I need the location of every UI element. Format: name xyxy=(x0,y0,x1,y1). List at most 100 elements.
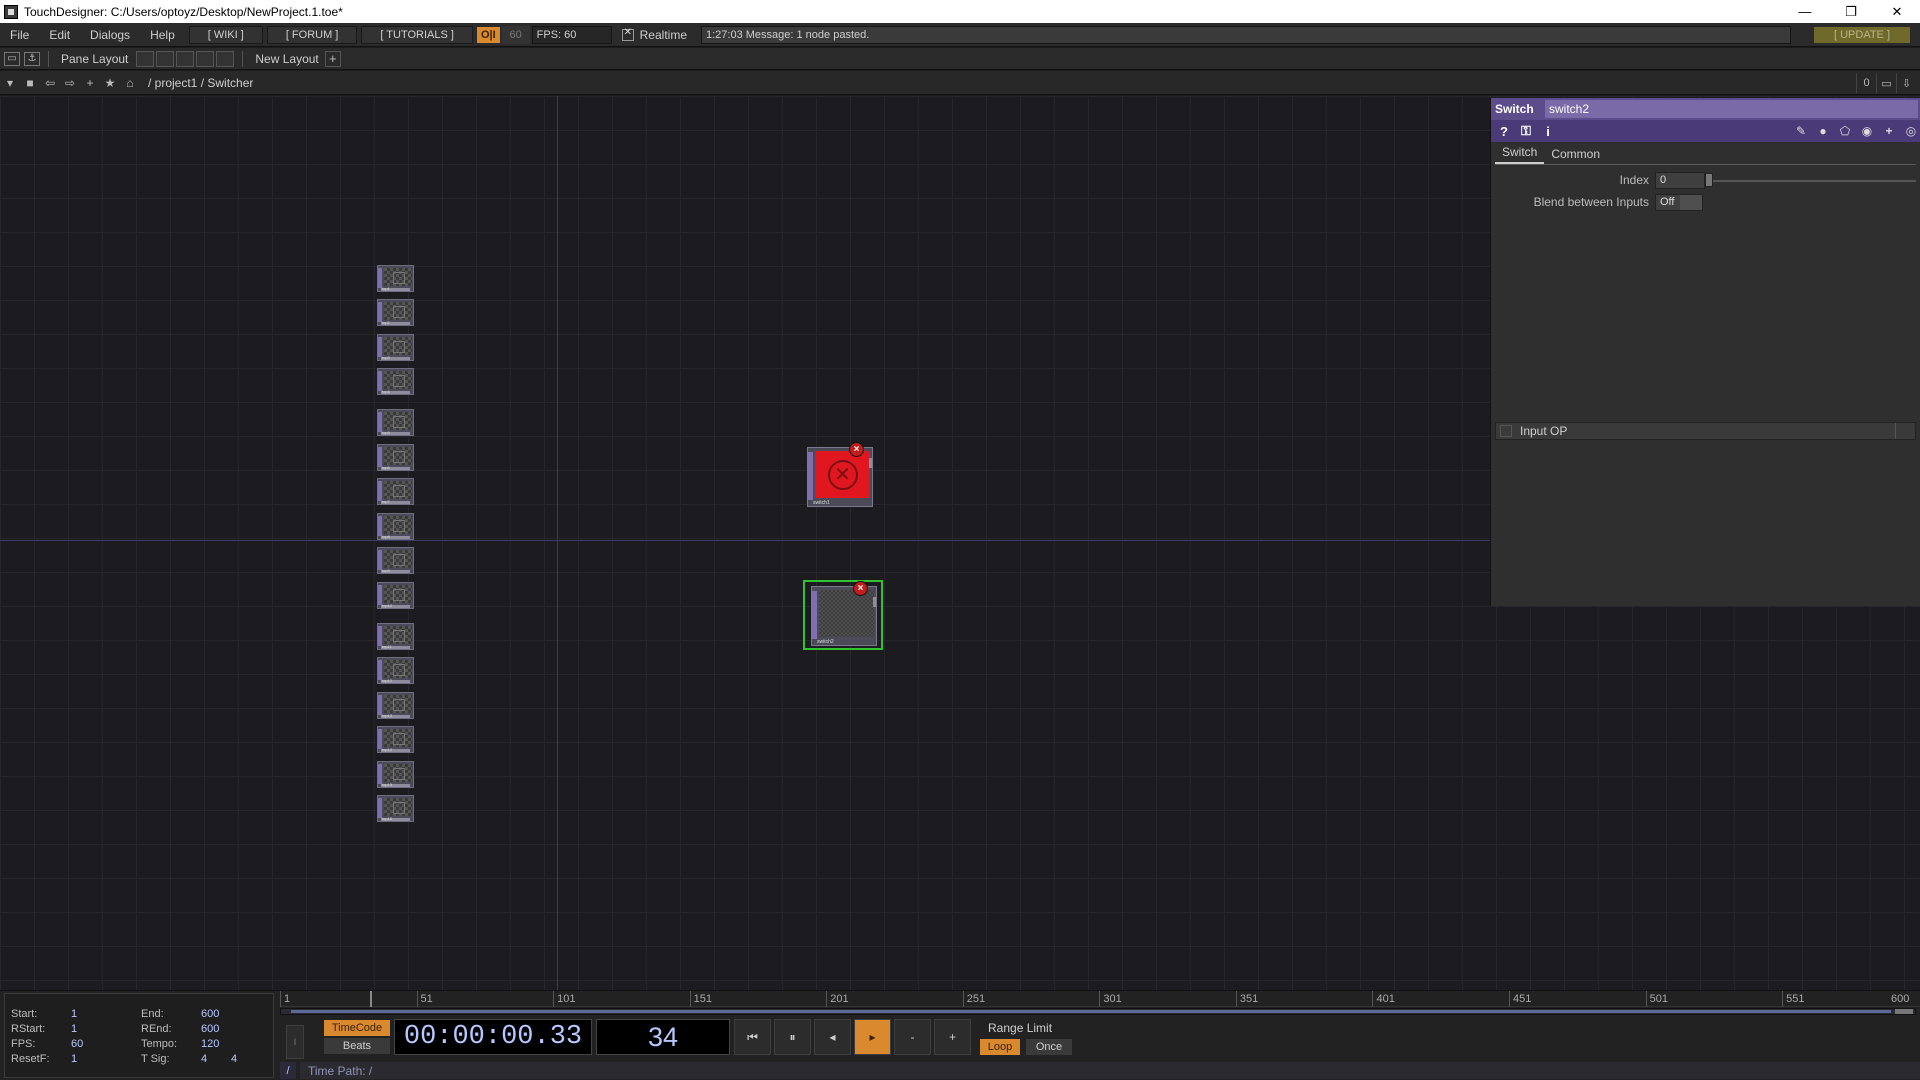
node-inlet[interactable] xyxy=(378,516,382,536)
switch1-node[interactable]: ✕ switch1 × xyxy=(807,442,873,507)
pane-type-icon[interactable]: ▭ xyxy=(4,51,20,66)
tsig-value-1[interactable]: 4 xyxy=(201,1053,231,1065)
update-button[interactable]: [ UPDATE ] xyxy=(1814,26,1910,43)
oi-toggle-button[interactable]: O|I xyxy=(476,26,500,43)
plus-icon[interactable]: + xyxy=(80,73,100,93)
top-node[interactable]: top7 xyxy=(377,478,414,505)
node-inlet[interactable] xyxy=(378,585,382,605)
tutorials-link[interactable]: [ TUTORIALS ] xyxy=(361,25,473,44)
node-outlet[interactable] xyxy=(869,458,872,468)
chevron-down-icon[interactable]: ▾ xyxy=(0,73,20,93)
add-icon[interactable]: + xyxy=(1880,122,1898,140)
menu-help[interactable]: Help xyxy=(140,28,185,42)
layout-three-button[interactable] xyxy=(196,50,215,67)
node-inlet[interactable] xyxy=(378,764,382,784)
node-inlet[interactable] xyxy=(378,371,382,391)
new-layout-label[interactable]: New Layout xyxy=(255,52,318,66)
info-icon[interactable]: i xyxy=(1539,122,1557,140)
add-layout-button[interactable]: + xyxy=(324,50,341,67)
top-node[interactable]: top4 xyxy=(377,368,414,395)
end-value[interactable]: 600 xyxy=(201,1008,237,1020)
time-path-root-button[interactable]: / xyxy=(280,1062,296,1079)
layout-four-button[interactable] xyxy=(216,50,235,67)
frame-display[interactable]: 34 xyxy=(596,1019,730,1055)
top-node[interactable]: top5 xyxy=(377,409,414,436)
range-slider[interactable] xyxy=(280,1008,1916,1015)
top-node[interactable]: top10 xyxy=(377,582,414,609)
realtime-checkbox[interactable] xyxy=(621,27,634,41)
layout-split-h-button[interactable] xyxy=(176,50,195,67)
switch2-node[interactable]: switch2 × xyxy=(811,581,877,646)
node-inlet[interactable] xyxy=(378,337,382,357)
top-node[interactable]: top11 xyxy=(377,623,414,650)
node-inlet[interactable] xyxy=(378,626,382,646)
index-slider[interactable] xyxy=(1705,172,1916,189)
tab-switch[interactable]: Switch xyxy=(1495,143,1545,164)
top-node[interactable]: top12 xyxy=(377,657,414,684)
tab-common[interactable]: Common xyxy=(1544,145,1607,164)
play-button[interactable]: ▸ xyxy=(854,1019,891,1055)
menu-dialogs[interactable]: Dialogs xyxy=(80,28,140,42)
menu-edit[interactable]: Edit xyxy=(39,28,80,42)
timeline-ruler[interactable]: 1 51 101 151 201 251 301 351 401 451 501 551 600 xyxy=(280,991,1920,1007)
top-node[interactable]: top8 xyxy=(377,513,414,540)
tsig-value-2[interactable]: 4 xyxy=(231,1053,261,1065)
node-inlet[interactable] xyxy=(378,302,382,322)
restore-button[interactable]: ❐ xyxy=(1828,0,1874,23)
expand-icon[interactable] xyxy=(1500,425,1512,437)
wiki-link[interactable]: [ WIKI ] xyxy=(188,25,263,44)
step-plus-button[interactable]: + xyxy=(934,1019,971,1055)
error-badge-icon[interactable]: × xyxy=(853,581,868,596)
beats-button[interactable]: Beats xyxy=(324,1038,390,1054)
forward-arrow-icon[interactable]: ⇨ xyxy=(60,73,80,93)
step-back-button[interactable]: ◂ xyxy=(814,1019,851,1055)
node-inlet[interactable] xyxy=(378,447,382,467)
once-button[interactable]: Once xyxy=(1026,1039,1072,1055)
top-node[interactable]: top3 xyxy=(377,334,414,361)
node-inlet[interactable] xyxy=(378,481,382,501)
top-node[interactable]: top1 xyxy=(377,265,414,292)
node-outlet[interactable] xyxy=(873,597,876,607)
minimize-button[interactable]: — xyxy=(1782,0,1828,23)
top-node[interactable]: top6 xyxy=(377,444,414,471)
rend-value[interactable]: 600 xyxy=(201,1023,237,1035)
forum-link[interactable]: [ FORUM ] xyxy=(266,25,358,44)
rstart-value[interactable]: 1 xyxy=(71,1023,141,1035)
edit-icon[interactable]: ✎ xyxy=(1792,122,1810,140)
back-arrow-icon[interactable]: ⇦ xyxy=(40,73,60,93)
layout-single-button[interactable] xyxy=(136,50,155,67)
maximize-pane-icon[interactable]: ▭ xyxy=(1876,73,1896,93)
pane-network-icon[interactable]: ⚓ xyxy=(24,51,40,66)
node-inlet[interactable] xyxy=(378,268,382,288)
loop-button[interactable]: Loop xyxy=(980,1039,1020,1055)
slider-handle[interactable] xyxy=(1705,172,1713,187)
rewind-button[interactable]: ⏮ xyxy=(734,1019,771,1055)
fps-limit-field[interactable]: 60 xyxy=(501,25,530,44)
menu-file[interactable]: File xyxy=(0,28,39,42)
close-button[interactable]: ✕ xyxy=(1874,0,1920,23)
timecode-button[interactable]: TimeCode xyxy=(324,1020,390,1036)
timeline-toggle-button[interactable]: I xyxy=(286,1025,304,1059)
fps-value[interactable]: 60 xyxy=(71,1038,141,1050)
node-inlet[interactable] xyxy=(378,660,382,680)
input-op-section[interactable]: Input OP xyxy=(1495,422,1916,440)
time-path-field[interactable]: Time Path: / xyxy=(300,1062,1920,1079)
python-help-icon[interactable]: ⚿ xyxy=(1517,122,1535,140)
step-minus-button[interactable]: - xyxy=(894,1019,931,1055)
start-value[interactable]: 1 xyxy=(71,1008,141,1020)
top-node[interactable]: top2 xyxy=(377,299,414,326)
download-icon[interactable]: ⇩ xyxy=(1896,73,1916,93)
layout-split-v-button[interactable] xyxy=(156,50,175,67)
node-inlet[interactable] xyxy=(812,591,817,639)
switch2-node-selected[interactable]: switch2 × xyxy=(803,580,883,650)
node-inlet[interactable] xyxy=(378,729,382,749)
star-icon[interactable]: ★ xyxy=(100,73,120,93)
tag-icon[interactable]: ⬠ xyxy=(1836,122,1854,140)
node-inlet[interactable] xyxy=(378,695,382,715)
error-badge-icon[interactable]: × xyxy=(849,442,864,457)
toggle-switch[interactable] xyxy=(1680,194,1702,210)
index-field[interactable]: 0 xyxy=(1655,171,1705,189)
range-handle[interactable] xyxy=(1895,1009,1913,1014)
node-inlet[interactable] xyxy=(378,412,382,432)
top-node[interactable]: top14 xyxy=(377,726,414,753)
